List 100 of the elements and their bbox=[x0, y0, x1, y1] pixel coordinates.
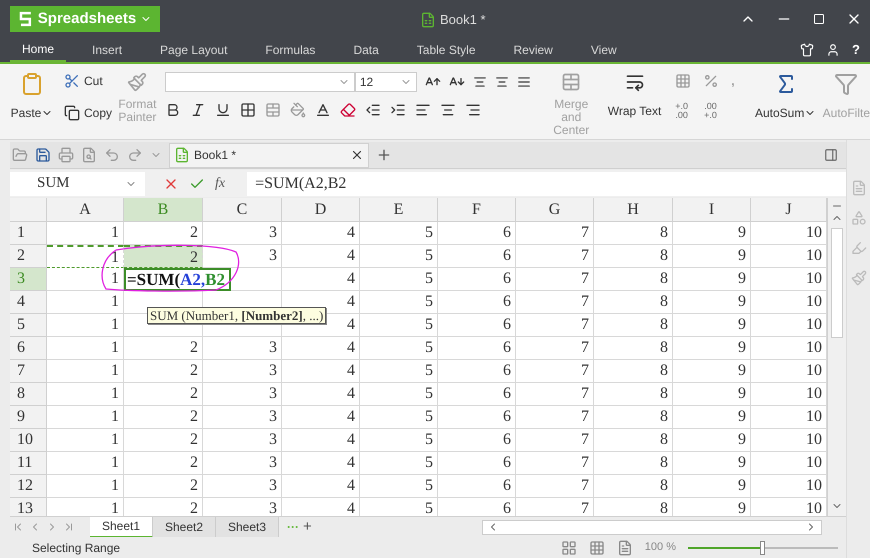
eraser-icon[interactable] bbox=[340, 102, 356, 118]
first-sheet-icon[interactable] bbox=[12, 521, 24, 533]
name-box[interactable]: SUM bbox=[10, 172, 145, 196]
column-header[interactable]: E bbox=[360, 198, 438, 222]
align-middle-icon[interactable] bbox=[494, 75, 509, 89]
table-cell: 5 bbox=[360, 360, 438, 383]
table-cell: 2 bbox=[124, 475, 203, 498]
align-top-icon[interactable] bbox=[472, 75, 487, 89]
horizontal-scrollbar[interactable] bbox=[482, 520, 822, 534]
document-tab[interactable]: Book1 * bbox=[169, 142, 369, 168]
copy-button[interactable]: Copy bbox=[64, 104, 112, 122]
add-sheet-button[interactable]: + bbox=[303, 516, 312, 538]
row-header[interactable]: 9 bbox=[10, 406, 47, 429]
align-left-icon[interactable] bbox=[414, 102, 431, 118]
row-header[interactable]: 6 bbox=[10, 337, 47, 360]
print-icon[interactable] bbox=[58, 147, 74, 163]
zoom-thumb[interactable] bbox=[760, 540, 765, 554]
decimal-button[interactable]: +.0 .00 bbox=[675, 102, 688, 120]
column-header[interactable]: A bbox=[47, 198, 124, 222]
column-header[interactable]: F bbox=[438, 198, 516, 222]
cell-style-icon[interactable] bbox=[264, 102, 281, 118]
font-color-icon[interactable] bbox=[314, 102, 331, 118]
help-button[interactable]: ? bbox=[852, 40, 860, 60]
align-right-icon[interactable] bbox=[464, 102, 481, 118]
column-header[interactable]: I bbox=[673, 198, 751, 222]
table-cell: 10 bbox=[751, 406, 827, 429]
borders-icon[interactable] bbox=[240, 102, 256, 118]
row-header[interactable]: 5 bbox=[10, 314, 47, 337]
zoom-slider[interactable] bbox=[688, 540, 838, 554]
redo-icon[interactable] bbox=[127, 147, 143, 163]
skin-icon[interactable] bbox=[800, 43, 814, 57]
sheet-tab[interactable]: Sheet3 bbox=[216, 516, 279, 538]
row-header[interactable]: 4 bbox=[10, 291, 47, 314]
underline-icon[interactable] bbox=[214, 102, 231, 118]
align-bottom-icon[interactable] bbox=[516, 75, 531, 89]
column-header[interactable]: C bbox=[203, 198, 282, 222]
fill-color-icon[interactable] bbox=[290, 102, 306, 118]
vertical-scrollbar[interactable] bbox=[827, 198, 846, 516]
normal-view-icon[interactable] bbox=[560, 540, 577, 556]
font-size-field[interactable]: 12 bbox=[354, 72, 417, 92]
menu-tab[interactable]: Insert bbox=[80, 38, 134, 62]
menu-tab[interactable]: Review bbox=[502, 38, 565, 62]
menu-tab[interactable]: Formulas bbox=[253, 38, 328, 62]
function-button[interactable]: fx bbox=[215, 173, 226, 194]
font-name-field[interactable] bbox=[164, 72, 355, 92]
user-icon[interactable] bbox=[826, 43, 840, 57]
table-cell: 5 bbox=[360, 452, 438, 475]
table-cell: 6 bbox=[438, 360, 516, 383]
wrap-text-button[interactable]: Wrap Text bbox=[608, 72, 662, 120]
save-icon[interactable] bbox=[35, 147, 51, 163]
row-header[interactable]: 2 bbox=[10, 245, 47, 268]
menu-tab[interactable]: Page Layout bbox=[148, 38, 240, 62]
paste-button[interactable]: Paste bbox=[12, 72, 52, 122]
indent-increase-icon[interactable] bbox=[390, 102, 406, 118]
autosum-button[interactable]: AutoSum bbox=[756, 72, 815, 122]
cell-editor[interactable]: =SUM(A2,B2 bbox=[124, 268, 231, 291]
table-cell: 1 bbox=[47, 291, 124, 314]
add-tab-icon[interactable] bbox=[376, 147, 392, 163]
decimal-button[interactable]: .00 +.0 bbox=[704, 102, 717, 120]
row-header[interactable]: 8 bbox=[10, 383, 47, 406]
italic-icon[interactable] bbox=[190, 102, 206, 118]
preview-icon[interactable] bbox=[81, 147, 97, 163]
clipboard-icon bbox=[20, 72, 44, 96]
panel-icon[interactable] bbox=[824, 148, 838, 162]
menu-tab[interactable]: Table Style bbox=[404, 38, 488, 62]
table-cell: 7 bbox=[516, 268, 594, 291]
spreadsheet-icon bbox=[420, 12, 436, 28]
scroll-thumb[interactable] bbox=[831, 228, 843, 338]
table-cell: 9 bbox=[673, 452, 751, 475]
row-header[interactable]: 1 bbox=[10, 222, 47, 245]
number-format-icon[interactable] bbox=[675, 73, 692, 89]
sheet-tab[interactable]: Sheet2 bbox=[153, 516, 216, 538]
cut-button[interactable]: Cut bbox=[64, 72, 112, 90]
indent-decrease-icon[interactable] bbox=[364, 102, 381, 118]
column-header[interactable]: G bbox=[516, 198, 594, 222]
last-sheet-icon[interactable] bbox=[63, 521, 75, 533]
formula-field[interactable]: =SUM(A2,B2 bbox=[247, 172, 846, 196]
table-cell: 8 bbox=[594, 406, 673, 429]
row-header[interactable]: 7 bbox=[10, 360, 47, 383]
row-header[interactable]: 13 bbox=[10, 498, 47, 516]
folder-icon[interactable] bbox=[12, 147, 28, 163]
page-break-view-icon[interactable] bbox=[588, 540, 605, 556]
percent-icon[interactable] bbox=[703, 73, 720, 89]
column-header[interactable]: J bbox=[751, 198, 827, 222]
undo-icon[interactable] bbox=[104, 147, 120, 163]
column-header[interactable]: H bbox=[594, 198, 673, 222]
close-icon[interactable] bbox=[350, 148, 364, 162]
maximize-icon[interactable] bbox=[812, 13, 826, 25]
menu-tab[interactable]: Data bbox=[341, 38, 391, 62]
corner-cell[interactable] bbox=[10, 198, 47, 222]
table-cell: 10 bbox=[751, 452, 827, 475]
menu-tab[interactable]: View bbox=[578, 38, 629, 62]
table-cell: 2 bbox=[124, 406, 203, 429]
column-header[interactable]: D bbox=[282, 198, 360, 222]
row-header[interactable]: 10 bbox=[10, 429, 47, 452]
row-header[interactable]: 11 bbox=[10, 452, 47, 475]
align-center-icon[interactable] bbox=[440, 102, 456, 118]
page-layout-icon[interactable] bbox=[616, 540, 633, 556]
row-header[interactable]: 12 bbox=[10, 475, 47, 498]
sheet-tab[interactable]: Sheet1 bbox=[90, 516, 153, 538]
